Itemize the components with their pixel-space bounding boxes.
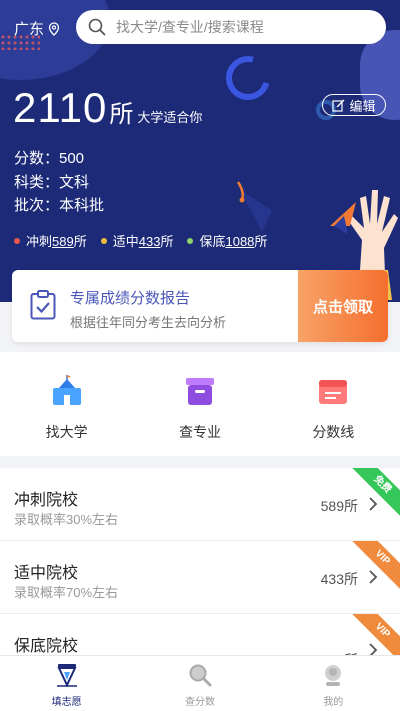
city-selector[interactable]: 广东 xyxy=(14,18,60,39)
match-count-unit: 所 xyxy=(109,101,134,128)
tab-fill-application[interactable]: 填志愿 xyxy=(0,656,133,711)
status-dot xyxy=(14,237,20,244)
batch-text: 批次：本科批 xyxy=(14,197,105,214)
stat-number: 433 xyxy=(138,234,161,249)
city-label: 广东 xyxy=(14,21,45,38)
school-icon xyxy=(52,375,81,405)
list-item-subtitle: 录取概率70%左右 xyxy=(14,585,119,600)
match-count-number: 2110 xyxy=(13,84,108,131)
pennant-icon xyxy=(330,202,356,234)
quick-nav-search-major[interactable]: 查专业 xyxy=(133,352,266,456)
hero-banner: 广东 2110 所 大学适合你 xyxy=(0,0,400,302)
stat-number: 589 xyxy=(52,234,74,249)
tab-label: 查分数 xyxy=(184,697,215,708)
claim-button[interactable]: 点击领取 xyxy=(298,270,388,342)
report-subtitle: 根据往年同分考生去向分析 xyxy=(70,315,227,330)
stat-label: 适中 xyxy=(112,234,139,249)
list-item-moderate[interactable]: 适中院校 录取概率70%左右 433所 VIP xyxy=(0,541,400,614)
list-item-count: 589所 xyxy=(320,498,358,514)
chevron-right-icon xyxy=(369,497,378,511)
magnifier-icon xyxy=(189,664,212,687)
chevron-right-icon xyxy=(369,570,378,584)
pen-nib-icon xyxy=(56,664,77,687)
list-item-count: 433所 xyxy=(320,571,358,587)
report-card[interactable]: 专属成绩分数报告 根据往年同分考生去向分析 点击领取 xyxy=(12,270,388,342)
list-item-title: 保底院校 xyxy=(14,638,79,655)
edit-label: 编辑 xyxy=(349,98,376,114)
tab-check-score[interactable]: 查分数 xyxy=(133,656,266,711)
graduation-cap-icon xyxy=(236,181,272,232)
stat-text: 适中433所 xyxy=(113,231,174,250)
tab-profile[interactable]: 我的 xyxy=(267,656,400,711)
stat-unit: 所 xyxy=(160,234,174,249)
stat-unit: 所 xyxy=(73,234,87,249)
list-item-title: 适中院校 xyxy=(14,565,79,582)
report-title: 专属成绩分数报告 xyxy=(70,290,191,307)
status-dot xyxy=(187,237,194,244)
bottom-tab-bar: 填志愿 查分数 我的 xyxy=(0,655,400,711)
stat-text: 冲刺589所 xyxy=(26,231,87,250)
edit-button[interactable]: 编辑 xyxy=(322,94,386,116)
quick-nav-score-line[interactable]: 分数线 xyxy=(267,352,400,456)
search-bar[interactable] xyxy=(76,10,386,44)
quick-nav-label: 分数线 xyxy=(312,424,355,440)
subject-text: 科类：文科 xyxy=(14,174,90,191)
top-bar: 广东 xyxy=(0,10,400,46)
quick-nav-label: 找大学 xyxy=(45,424,88,440)
decor-ring xyxy=(217,47,279,109)
card-icon xyxy=(319,380,348,404)
stat-label: 冲刺 xyxy=(26,234,53,249)
app-screen: 广东 2110 所 大学适合你 xyxy=(0,0,400,711)
location-pin-icon xyxy=(48,21,60,36)
quick-nav-find-university[interactable]: 找大学 xyxy=(0,352,133,456)
search-icon xyxy=(88,18,106,36)
status-dot xyxy=(100,237,107,244)
stat-item[interactable]: 适中433所 xyxy=(100,231,174,250)
match-count-suffix: 大学适合你 xyxy=(137,110,203,125)
quick-nav: 找大学 查专业 分数线 xyxy=(0,352,400,456)
box-icon xyxy=(185,378,214,405)
list-item-title: 冲刺院校 xyxy=(14,492,79,509)
search-input[interactable] xyxy=(116,19,356,35)
tab-label: 填志愿 xyxy=(51,697,82,708)
tab-label: 我的 xyxy=(323,697,344,708)
edit-icon xyxy=(332,99,345,112)
list-item-sprint[interactable]: 冲刺院校 录取概率30%左右 589所 免费 xyxy=(0,468,400,541)
stats-row: 冲刺589所 适中433所 保底1088所 xyxy=(14,231,267,250)
user-icon xyxy=(325,665,342,686)
list-item-subtitle: 录取概率30%左右 xyxy=(14,512,119,527)
clipboard-check-icon xyxy=(30,290,56,320)
match-count: 2110 所 大学适合你 xyxy=(13,84,202,132)
quick-nav-label: 查专业 xyxy=(178,424,221,440)
stat-item[interactable]: 冲刺589所 xyxy=(14,231,87,250)
score-text: 分数：500 xyxy=(14,150,85,167)
stat-label: 保底 xyxy=(199,234,226,249)
